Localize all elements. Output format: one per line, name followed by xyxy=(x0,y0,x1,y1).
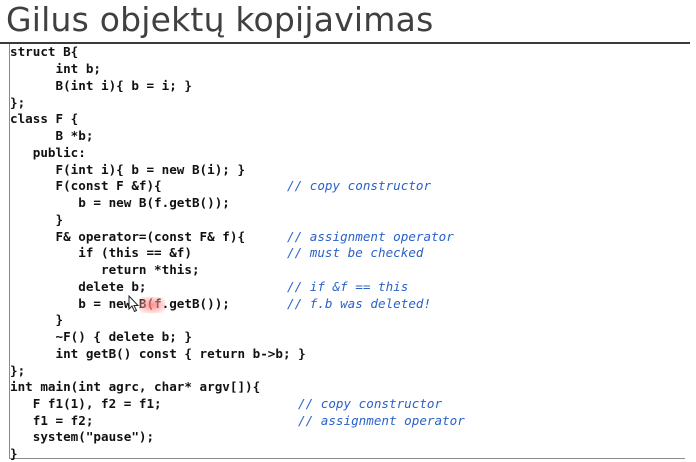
code-line: } xyxy=(10,312,64,327)
code-line: int main(int agrc, char* argv[]){ xyxy=(10,379,261,394)
code-line: class F { xyxy=(10,111,79,126)
code-line: public: xyxy=(10,145,86,160)
code-line: struct B{ xyxy=(10,44,79,59)
code-line: f1 = f2;// assignment operator xyxy=(10,413,465,428)
code-line: delete b;// if &f == this xyxy=(10,279,409,294)
code-comment: // assignment operator xyxy=(287,229,454,244)
arrow-pointer-icon xyxy=(128,294,140,313)
code-comment: // must be checked xyxy=(287,245,424,260)
code-line: B(int i){ b = i; } xyxy=(10,78,192,93)
code-line: } xyxy=(10,212,64,227)
code-line: }; xyxy=(10,363,26,378)
code-line: system("pause"); xyxy=(10,429,155,444)
code-line: int b; xyxy=(10,61,101,76)
code-line: } xyxy=(10,446,18,461)
code-line: F(const F &f){// copy constructor xyxy=(10,178,432,193)
code-line: if (this == &f)// must be checked xyxy=(10,245,424,260)
slide-title: Gilus objektų kopijavimas xyxy=(6,0,434,39)
code-line: F f1(1), f2 = f1;// copy constructor xyxy=(10,396,443,411)
code-line: }; xyxy=(10,95,26,110)
code-line: int getB() const { return b->b; } xyxy=(10,346,306,361)
code-line: ~F() { delete b; } xyxy=(10,329,192,344)
code-listing: struct B{ int b; B(int i){ b = i; } }; c… xyxy=(9,44,685,461)
code-comment: // assignment operator xyxy=(298,413,465,428)
code-comment: // if &f == this xyxy=(287,279,409,294)
code-comment: // copy constructor xyxy=(287,178,432,193)
code-comment: // f.b was deleted! xyxy=(287,296,432,311)
code-comment: // copy constructor xyxy=(298,396,443,411)
code-line: b = new B(f.getB()); xyxy=(10,195,230,210)
code-line: F& operator=(const F& f){// assignment o… xyxy=(10,229,454,244)
code-line: F(int i){ b = new B(i); } xyxy=(10,162,246,177)
code-line: b = new B(f.getB());// f.b was deleted! xyxy=(10,296,432,311)
code-line: B *b; xyxy=(10,128,94,143)
cursor-click-highlight xyxy=(139,297,165,313)
code-line: return *this; xyxy=(10,262,200,277)
